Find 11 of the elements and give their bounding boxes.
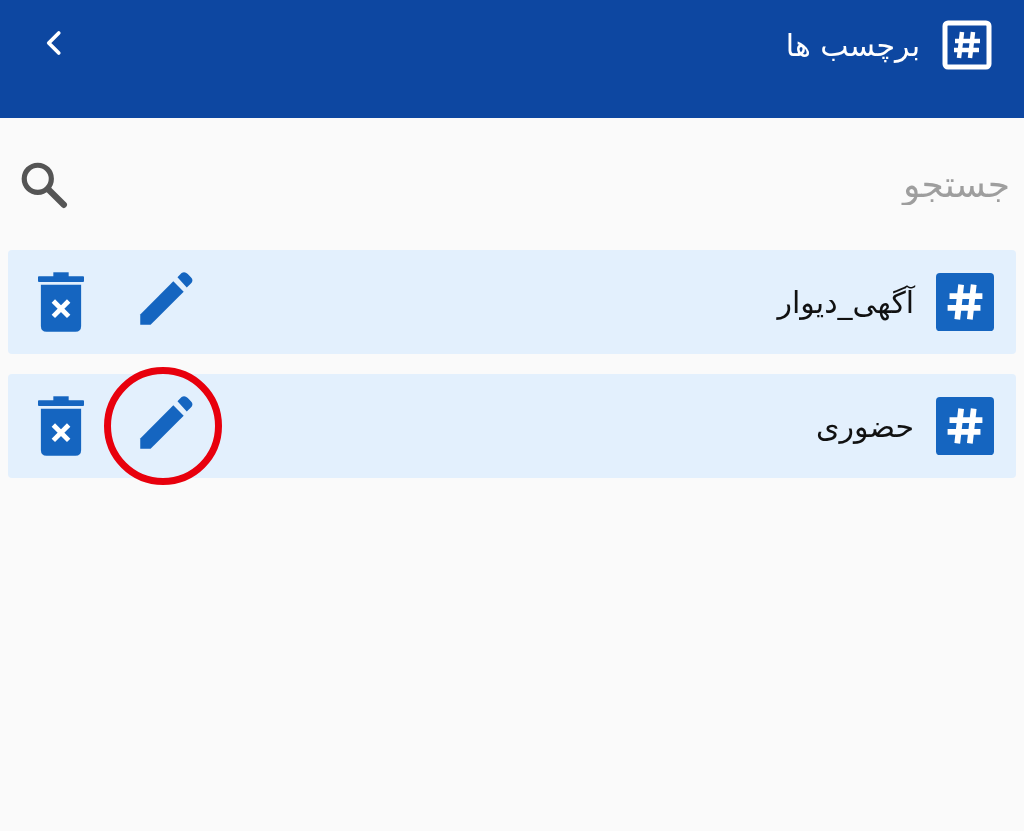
row-background[interactable] <box>8 250 1016 354</box>
page-title: برچسب ها <box>785 27 920 63</box>
hashtag-icon <box>936 273 994 331</box>
delete-icon[interactable] <box>38 272 84 332</box>
delete-icon[interactable] <box>38 396 84 456</box>
edit-button[interactable] <box>104 367 222 485</box>
tag-name: حضوری <box>815 408 914 444</box>
hashtag-icon <box>942 20 992 70</box>
row-background[interactable] <box>8 374 1016 478</box>
tag-name: آگهی_دیوار <box>777 284 914 320</box>
hashtag-icon <box>936 397 994 455</box>
